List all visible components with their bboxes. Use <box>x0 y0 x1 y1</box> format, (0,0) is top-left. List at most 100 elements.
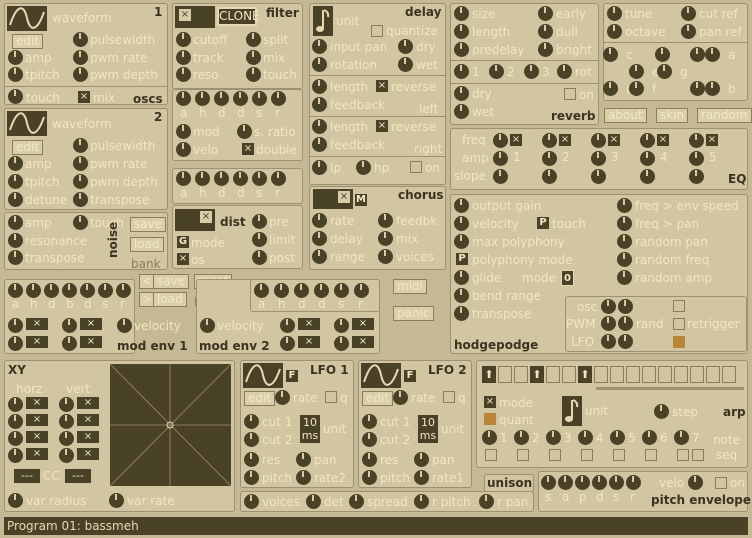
eq-band1-amp-knob[interactable] <box>493 151 508 166</box>
var-radius-knob[interactable] <box>8 493 23 508</box>
random-pan-knob[interactable] <box>617 234 632 249</box>
retrigger-checkbox-3[interactable] <box>673 336 685 348</box>
osc1-edit-button[interactable]: edit <box>12 34 44 49</box>
xy-vert-dest-2[interactable]: × <box>77 414 99 426</box>
xy-horz-dest-1[interactable]: × <box>26 397 48 409</box>
chorus-mix-knob[interactable] <box>378 231 393 246</box>
lfo2-cut1-knob[interactable] <box>362 414 377 429</box>
patch-load-button[interactable]: load <box>153 292 187 307</box>
filter-reso-knob[interactable] <box>176 67 191 82</box>
filter-track-knob[interactable] <box>176 50 191 65</box>
arp-seq-checkbox-4[interactable] <box>581 449 593 461</box>
osc2-edit-button[interactable]: edit <box>12 140 44 155</box>
dist-env-knob-3[interactable] <box>214 171 229 186</box>
lfo1-edit-button[interactable]: edit <box>244 391 276 406</box>
arp-step-button-1[interactable]: ⬆ <box>482 366 496 383</box>
noise-transpose-knob[interactable] <box>8 250 23 265</box>
eq-band1-freq-knob[interactable] <box>493 133 508 148</box>
lfo2-rate1-knob[interactable] <box>414 470 429 485</box>
lfo1-rate2-knob[interactable] <box>296 470 311 485</box>
delay-right-feedback-knob[interactable] <box>312 137 327 152</box>
mod-env1-dest2-knob[interactable] <box>62 318 77 333</box>
arp-step-button-14[interactable] <box>690 366 704 383</box>
arp-step-button-9[interactable] <box>610 366 624 383</box>
bend-range-knob[interactable] <box>454 288 469 303</box>
osc2-transpose-knob[interactable] <box>73 192 88 207</box>
lfo2-res-knob[interactable] <box>362 452 377 467</box>
xy-cc2-field[interactable]: --- <box>65 469 91 483</box>
noise-amp-knob[interactable] <box>8 215 23 230</box>
lfo1-cut2-knob[interactable] <box>244 432 259 447</box>
lfo1-f-icon[interactable]: F <box>286 370 298 382</box>
tune-knob[interactable] <box>607 6 622 21</box>
arp-note-knob-1[interactable] <box>482 430 497 445</box>
eq-band3-slope-knob[interactable] <box>591 169 606 184</box>
random-osc-knob-1[interactable] <box>601 299 616 314</box>
arp-seq-checkbox-5[interactable] <box>613 449 625 461</box>
filter-env-knob-4[interactable] <box>233 91 248 106</box>
eq-band2-amp-knob[interactable] <box>542 151 557 166</box>
osc2-pwm-rate-knob[interactable] <box>73 156 88 171</box>
bank-load-button[interactable]: load <box>130 237 164 252</box>
unison-det-knob[interactable] <box>306 494 321 509</box>
lfo1-pitch-knob[interactable] <box>244 470 259 485</box>
tune-note-extra-knob-2[interactable] <box>690 47 705 62</box>
noise-resonance-knob[interactable] <box>8 233 23 248</box>
random-pwm-knob-2[interactable] <box>618 316 633 331</box>
arp-step-button-15[interactable] <box>706 366 720 383</box>
retrigger-checkbox-2[interactable] <box>673 318 685 330</box>
dist-env-knob-2[interactable] <box>195 171 210 186</box>
arp-mode-checkbox[interactable]: × <box>484 396 496 408</box>
tune-note-knob-e-1[interactable] <box>629 64 644 79</box>
freq-env-speed-knob[interactable] <box>617 198 632 213</box>
reverb-on-checkbox[interactable] <box>564 88 576 100</box>
filter-double-checkbox[interactable]: × <box>242 143 254 155</box>
chorus-rate-knob[interactable] <box>312 213 327 228</box>
delay-left-length-knob[interactable] <box>312 79 327 94</box>
noise-touch-knob[interactable] <box>73 215 88 230</box>
filter-s-ratio-knob[interactable] <box>237 124 252 139</box>
chorus-feedbk-knob[interactable] <box>378 213 393 228</box>
eq-band4-amp-knob[interactable] <box>640 151 655 166</box>
dist-env-knob-5[interactable] <box>252 171 267 186</box>
reverb-dry-knob[interactable] <box>454 86 469 101</box>
dist-close-icon[interactable]: × <box>200 211 212 223</box>
eq-band5-checkbox[interactable]: × <box>706 134 718 146</box>
arp-step-knob[interactable] <box>654 404 669 419</box>
tune-note-knob-a-5[interactable] <box>705 47 720 62</box>
arp-quant-checkbox[interactable] <box>484 413 496 425</box>
osc1-waveform-display[interactable] <box>7 6 47 31</box>
eq-band2-checkbox[interactable]: × <box>559 134 571 146</box>
mod-env1-knob-5[interactable] <box>80 283 95 298</box>
osc1-touch-knob[interactable] <box>8 89 23 104</box>
filter-velo-knob[interactable] <box>176 142 191 157</box>
random-button[interactable]: random <box>697 108 752 123</box>
unison-r-pan-knob[interactable] <box>479 494 494 509</box>
arp-step-button-10[interactable] <box>626 366 640 383</box>
arp-slider-track[interactable] <box>596 387 744 390</box>
lfo2-ms-display[interactable]: 10 ms <box>418 415 438 443</box>
glide-mode-value[interactable]: 0 <box>561 270 574 286</box>
filter-env-knob-5[interactable] <box>252 91 267 106</box>
osc2-pulsewidth-knob[interactable] <box>73 138 88 153</box>
filter-close-icon[interactable]: × <box>179 9 191 21</box>
tune-note-extra-knob-3[interactable] <box>690 81 705 96</box>
pitch-env-knob-5[interactable] <box>609 475 624 490</box>
lfo1-cut1-knob[interactable] <box>244 414 259 429</box>
arp-step-button-4[interactable]: ⬆ <box>530 366 544 383</box>
polyphony-mode-p-icon[interactable]: P <box>456 253 468 265</box>
tune-note-knob-g-2[interactable] <box>657 64 672 79</box>
tune-note-knob-f-4[interactable] <box>629 81 644 96</box>
filter-mix-knob[interactable] <box>246 50 261 65</box>
lfo2-edit-button[interactable]: edit <box>362 391 394 406</box>
xy-horz-dest-4[interactable]: × <box>26 448 48 460</box>
mod-env2-dest3-knob[interactable] <box>280 336 295 351</box>
eq-band1-slope-knob[interactable] <box>493 169 508 184</box>
tune-note-knob-d-3[interactable] <box>603 81 618 96</box>
eq-band4-slope-knob[interactable] <box>640 169 655 184</box>
arp-step-button-2[interactable] <box>498 366 512 383</box>
output-gain-knob[interactable] <box>454 198 469 213</box>
dist-os-checkbox[interactable]: × <box>177 253 189 265</box>
xy-cc1-field[interactable]: --- <box>14 469 40 483</box>
mod-env1-knob-6[interactable] <box>98 283 113 298</box>
